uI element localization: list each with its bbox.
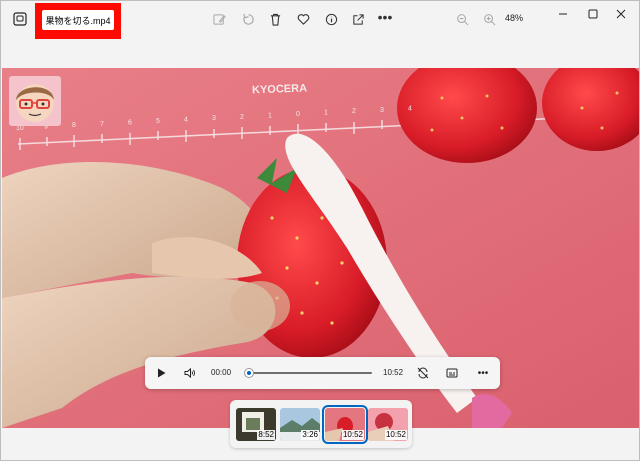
repeat-icon[interactable] — [415, 365, 431, 381]
filmstrip-item[interactable]: 10:52 — [368, 408, 408, 441]
seek-bar[interactable] — [248, 372, 372, 374]
thumb-duration: 8:52 — [257, 430, 275, 440]
filmstrip-item[interactable]: 3:26 — [280, 408, 320, 441]
ruler-number: 4 — [408, 105, 412, 112]
brand-text: KYOCERA — [252, 82, 307, 96]
ruler-number: 7 — [100, 121, 104, 128]
minimize-icon[interactable] — [549, 5, 577, 23]
ruler-number: 2 — [240, 114, 244, 121]
seek-thumb[interactable] — [244, 368, 254, 378]
media-controls-bar: 00:00 10:52 ••• — [145, 357, 500, 389]
ruler-number: 3 — [212, 115, 216, 122]
share-icon[interactable] — [350, 11, 366, 27]
current-time: 00:00 — [211, 368, 232, 377]
thumb-duration: 10:52 — [384, 430, 407, 440]
file-name: 果物を切る.mp4 — [45, 16, 111, 26]
thumb-duration: 10:52 — [341, 430, 364, 440]
ruler-number: 6 — [128, 119, 132, 126]
edit-image-icon[interactable] — [211, 11, 227, 27]
ruler-number: 4 — [184, 117, 188, 124]
maximize-icon[interactable] — [579, 5, 607, 23]
ruler-number: 0 — [296, 111, 300, 118]
zoom-level[interactable]: 48% — [505, 13, 523, 23]
ruler-number: 8 — [72, 122, 76, 129]
ruler-number: 1 — [268, 112, 272, 119]
photos-app-window: 果物を切る.mp4 ••• 48% KYOCERA 10 9 8 7 6 5 4… — [0, 0, 640, 461]
app-icon — [13, 12, 27, 26]
title-bar: 果物を切る.mp4 ••• 48% — [1, 1, 639, 39]
captions-icon[interactable] — [444, 365, 460, 381]
zoom-out-icon[interactable] — [454, 11, 470, 27]
favorite-icon[interactable] — [295, 11, 311, 27]
filmstrip-item[interactable]: 8:52 — [236, 408, 276, 441]
filmstrip: 8:52 3:26 10:52 10:52 — [230, 400, 412, 448]
video-frame[interactable]: KYOCERA 10 9 8 7 6 5 4 3 2 1 0 1 2 3 4 0… — [2, 68, 639, 428]
volume-icon[interactable] — [182, 365, 198, 381]
ruler-number: 1 — [324, 110, 328, 117]
thumb-duration: 3:26 — [301, 430, 319, 440]
close-icon[interactable] — [607, 5, 635, 23]
filmstrip-item-selected[interactable]: 10:52 — [322, 405, 368, 444]
delete-icon[interactable] — [267, 11, 283, 27]
ruler-number: 3 — [380, 107, 384, 114]
file-name-box: 果物を切る.mp4 — [42, 10, 114, 30]
ruler-number: 10 — [16, 125, 24, 132]
file-info-icon[interactable] — [323, 11, 339, 27]
channel-avatar — [9, 76, 61, 126]
total-time: 10:52 — [383, 368, 404, 377]
rotate-icon[interactable] — [240, 11, 256, 27]
ruler-number: 2 — [352, 108, 356, 115]
play-icon[interactable] — [153, 365, 169, 381]
zoom-in-icon[interactable] — [481, 11, 497, 27]
player-more-icon[interactable]: ••• — [475, 365, 491, 381]
ruler-number: 5 — [156, 118, 160, 125]
more-icon[interactable]: ••• — [377, 9, 393, 25]
